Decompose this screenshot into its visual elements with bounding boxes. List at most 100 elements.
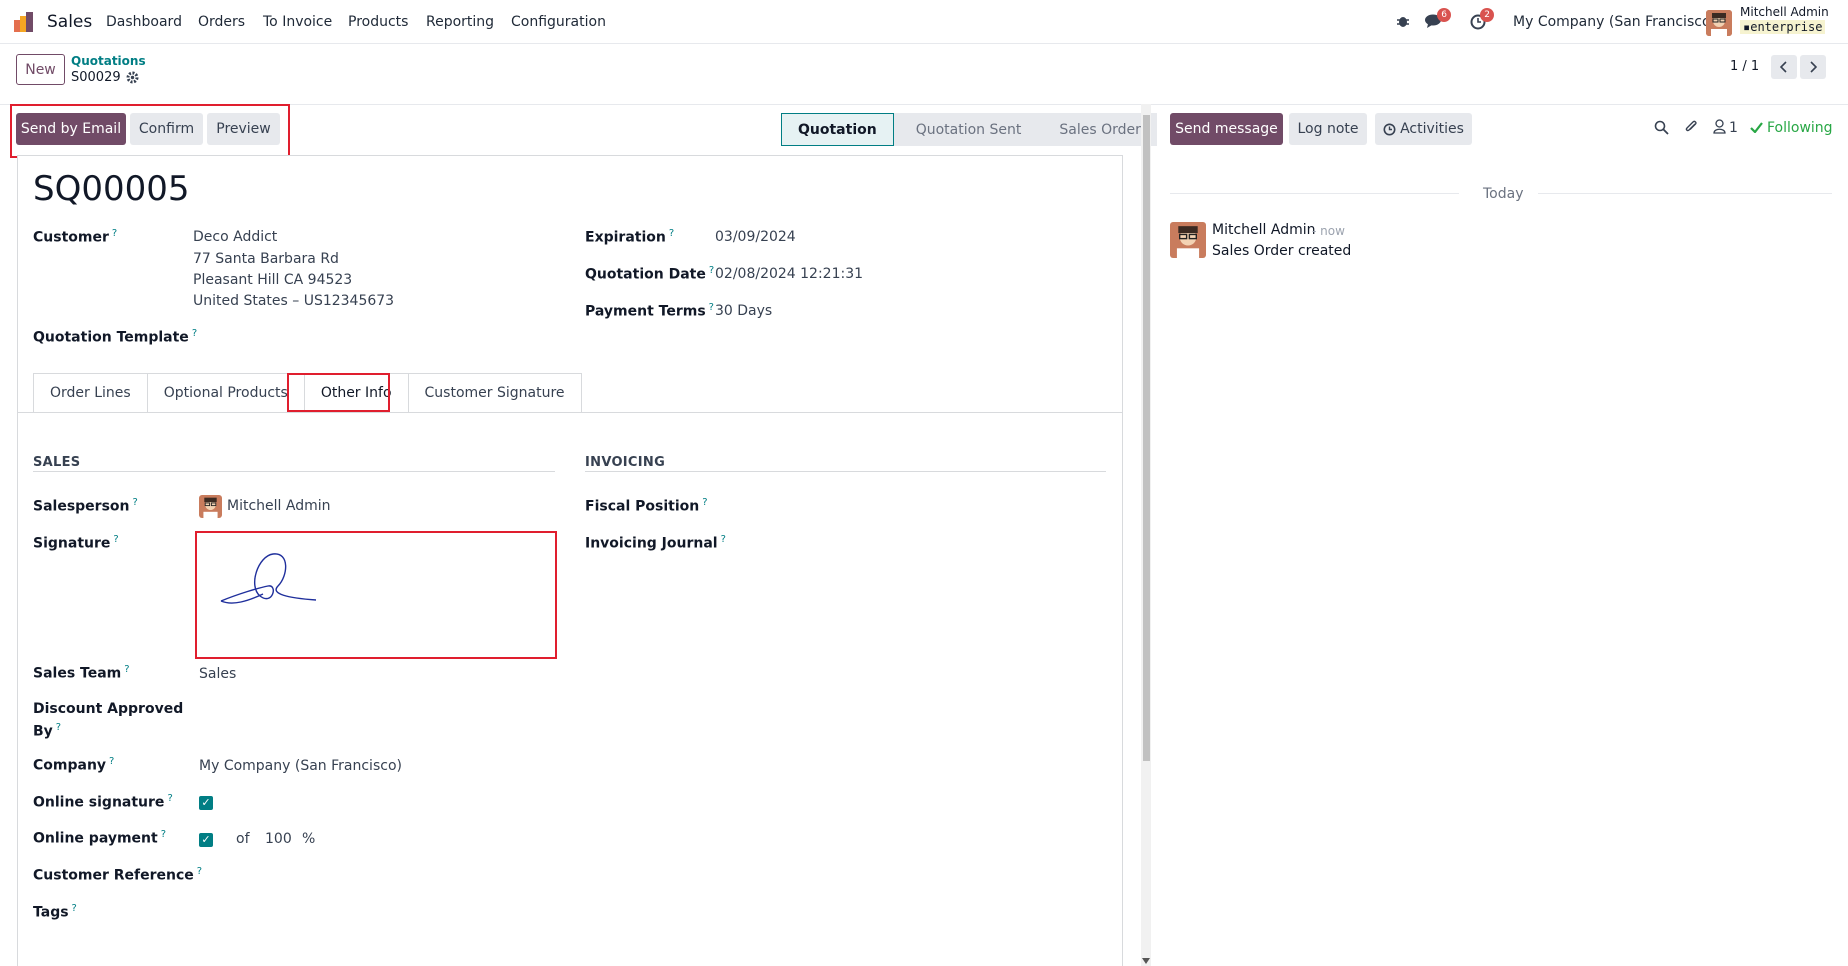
quotation-template-label-text: Quotation Template bbox=[33, 329, 189, 346]
online-signature-checkbox[interactable]: ✓ bbox=[199, 796, 213, 810]
tooltip-icon[interactable]: ? bbox=[56, 722, 61, 733]
company-switcher[interactable]: My Company (San Francisco) bbox=[1513, 14, 1716, 30]
expiration-field[interactable]: 03/09/2024 bbox=[715, 229, 796, 245]
breadcrumb-parent[interactable]: Quotations bbox=[71, 54, 146, 68]
customer-city: Pleasant Hill CA 94523 bbox=[193, 272, 353, 288]
pager-value[interactable]: 1 / 1 bbox=[1730, 59, 1759, 74]
sales-team-field[interactable]: Sales bbox=[199, 666, 236, 682]
quotation-date-label: Quotation Date? bbox=[585, 265, 714, 283]
online-payment-label: Online payment? bbox=[33, 829, 166, 847]
paperclip-icon[interactable] bbox=[1684, 119, 1699, 139]
message-author[interactable]: Mitchell Admin bbox=[1212, 222, 1316, 238]
menu-dashboard[interactable]: Dashboard bbox=[106, 14, 182, 30]
log-note-button[interactable]: Log note bbox=[1289, 113, 1367, 145]
company-field[interactable]: My Company (San Francisco) bbox=[199, 758, 402, 774]
user-name[interactable]: Mitchell Admin bbox=[1740, 5, 1829, 19]
tooltip-icon[interactable]: ? bbox=[702, 497, 707, 508]
salesperson-avatar bbox=[199, 495, 222, 518]
tooltip-icon[interactable]: ? bbox=[133, 497, 138, 508]
user-icon[interactable] bbox=[1713, 119, 1726, 138]
record-title[interactable]: SQ00005 bbox=[33, 169, 190, 209]
stage-quotation-sent[interactable]: Quotation Sent bbox=[893, 113, 1038, 146]
payment-terms-field[interactable]: 30 Days bbox=[715, 303, 772, 319]
discount-approved-label-line2: By? bbox=[33, 722, 61, 740]
fiscal-position-label-text: Fiscal Position bbox=[585, 498, 700, 515]
search-icon[interactable] bbox=[1654, 120, 1669, 139]
chat-icon[interactable]: 6 bbox=[1425, 8, 1451, 33]
signature-label-text: Signature bbox=[33, 535, 111, 552]
followers-count[interactable]: 1 bbox=[1729, 120, 1738, 136]
tab-order-lines[interactable]: Order Lines bbox=[33, 373, 147, 413]
payment-percent-field[interactable]: 100 bbox=[265, 831, 292, 847]
salesperson-field[interactable]: Mitchell Admin bbox=[227, 498, 331, 514]
tab-customer-signature[interactable]: Customer Signature bbox=[407, 373, 582, 413]
quotation-date-label-text: Quotation Date bbox=[585, 266, 706, 283]
tooltip-icon[interactable]: ? bbox=[167, 793, 172, 804]
company-label: Company? bbox=[33, 756, 114, 774]
tooltip-icon[interactable]: ? bbox=[721, 534, 726, 545]
menu-orders[interactable]: Orders bbox=[198, 14, 245, 30]
scroll-down-icon[interactable] bbox=[1142, 953, 1150, 966]
invoicing-journal-label: Invoicing Journal? bbox=[585, 534, 726, 552]
clock-icon[interactable]: 2 bbox=[1470, 8, 1494, 34]
tooltip-icon[interactable]: ? bbox=[109, 756, 114, 767]
message-author-avatar[interactable] bbox=[1170, 222, 1206, 258]
tooltip-icon[interactable]: ? bbox=[112, 228, 117, 239]
menu-products[interactable]: Products bbox=[348, 14, 408, 30]
chevron-left-icon[interactable] bbox=[1771, 55, 1797, 79]
tooltip-icon[interactable]: ? bbox=[709, 265, 714, 276]
menu-configuration[interactable]: Configuration bbox=[511, 14, 606, 30]
menu-reporting[interactable]: Reporting bbox=[426, 14, 494, 30]
customer-name[interactable]: Deco Addict bbox=[193, 229, 277, 245]
sales-team-label: Sales Team? bbox=[33, 664, 130, 682]
message-body: Sales Order created bbox=[1212, 243, 1352, 259]
online-signature-label: Online signature? bbox=[33, 793, 173, 811]
tooltip-icon[interactable]: ? bbox=[124, 664, 129, 675]
tab-optional-products[interactable]: Optional Products bbox=[146, 373, 304, 413]
quotation-date-field[interactable]: 02/08/2024 12:21:31 bbox=[715, 266, 863, 282]
activities-button-label: Activities bbox=[1400, 121, 1464, 137]
discount-approved-label-text: By bbox=[33, 723, 53, 740]
expiration-label: Expiration? bbox=[585, 228, 674, 246]
clock-icon bbox=[1383, 123, 1396, 135]
activities-badge: 2 bbox=[1480, 8, 1494, 22]
tooltip-icon[interactable]: ? bbox=[113, 534, 118, 545]
customer-reference-label-text: Customer Reference bbox=[33, 867, 194, 884]
bug-icon[interactable] bbox=[1396, 14, 1410, 32]
activities-button[interactable]: Activities bbox=[1375, 113, 1472, 145]
new-button[interactable]: New bbox=[16, 54, 65, 85]
following-button[interactable]: Following bbox=[1767, 120, 1833, 136]
customer-label-text: Customer bbox=[33, 229, 109, 246]
breadcrumb-current: S00029 bbox=[71, 70, 121, 85]
form-scrollbar-thumb[interactable] bbox=[1143, 115, 1150, 761]
check-icon bbox=[1750, 122, 1763, 137]
salesperson-label-text: Salesperson bbox=[33, 498, 130, 515]
tooltip-icon[interactable]: ? bbox=[197, 866, 202, 877]
stage-sales-order[interactable]: Sales Order bbox=[1037, 113, 1157, 146]
messages-badge: 6 bbox=[1437, 8, 1451, 22]
user-avatar[interactable] bbox=[1706, 10, 1732, 36]
date-separator-left bbox=[1170, 193, 1459, 194]
tooltip-icon[interactable]: ? bbox=[161, 829, 166, 840]
payment-of-text: of bbox=[236, 831, 250, 847]
customer-label: Customer? bbox=[33, 228, 117, 246]
date-separator: Today bbox=[1483, 186, 1524, 202]
message-time: - now bbox=[1312, 224, 1345, 238]
signature-image[interactable] bbox=[218, 546, 318, 610]
gear-icon[interactable] bbox=[126, 71, 139, 88]
db-name-text: enterprise bbox=[1750, 20, 1823, 34]
db-name: ▪enterprise bbox=[1740, 20, 1826, 34]
chevron-right-icon[interactable] bbox=[1800, 55, 1826, 79]
menu-to-invoice[interactable]: To Invoice bbox=[263, 14, 332, 30]
expiration-label-text: Expiration bbox=[585, 229, 666, 246]
tooltip-icon[interactable]: ? bbox=[72, 903, 77, 914]
tooltip-icon[interactable]: ? bbox=[669, 228, 674, 239]
company-label-text: Company bbox=[33, 757, 107, 774]
app-name[interactable]: Sales bbox=[47, 12, 92, 32]
tooltip-icon[interactable]: ? bbox=[192, 328, 197, 339]
stage-quotation[interactable]: Quotation bbox=[781, 113, 894, 146]
odoo-logo-icon[interactable] bbox=[14, 12, 36, 32]
send-message-button[interactable]: Send message bbox=[1170, 113, 1283, 145]
online-payment-checkbox[interactable]: ✓ bbox=[199, 833, 213, 847]
tooltip-icon[interactable]: ? bbox=[709, 302, 714, 313]
